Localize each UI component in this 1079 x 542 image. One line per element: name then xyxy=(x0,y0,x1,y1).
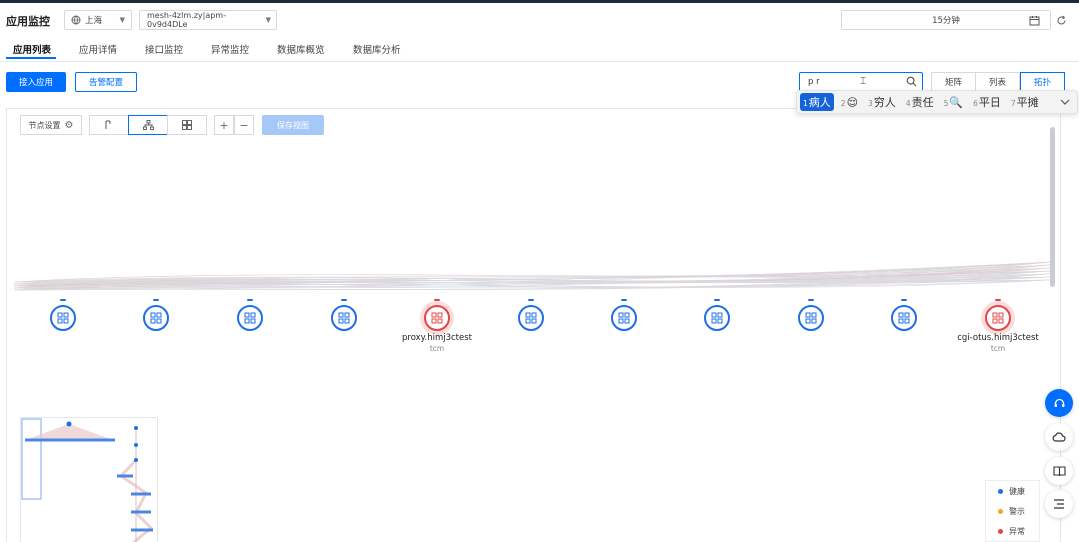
legend-label: 警示 xyxy=(1009,506,1025,516)
legend-item: 异常 xyxy=(986,521,1039,541)
topology-node[interactable] xyxy=(611,299,637,331)
service-icon xyxy=(898,312,910,324)
topology-node[interactable] xyxy=(237,299,263,331)
node-port xyxy=(528,299,534,301)
topology-node[interactable] xyxy=(143,299,169,331)
service-node-circle[interactable] xyxy=(50,305,76,331)
service-icon xyxy=(431,312,443,324)
node-sublabel: tcm xyxy=(990,344,1006,353)
legend-item: 健康 xyxy=(986,481,1039,501)
ime-candidate[interactable]: 7平摊 xyxy=(1008,93,1042,111)
ime-candidate[interactable]: 5🔍 xyxy=(941,95,966,110)
service-node-circle[interactable] xyxy=(518,305,544,331)
topology-node[interactable] xyxy=(798,299,824,331)
service-node-circle[interactable] xyxy=(237,305,263,331)
service-icon xyxy=(525,312,537,324)
customer-service-button[interactable] xyxy=(1045,389,1073,417)
topology-node[interactable] xyxy=(424,299,450,331)
service-node-circle[interactable] xyxy=(143,305,169,331)
chevron-down-icon[interactable] xyxy=(1060,99,1070,106)
list-menu-icon xyxy=(1053,499,1065,509)
node-port xyxy=(341,299,347,301)
legend-dot xyxy=(998,508,1003,514)
topology-node[interactable] xyxy=(985,299,1011,331)
menu-button[interactable] xyxy=(1045,490,1073,518)
node-sublabel: tcm xyxy=(429,344,445,353)
status-legend: 健康 警示 异常 xyxy=(985,480,1040,542)
node-port xyxy=(434,299,440,301)
ime-candidate[interactable]: 6平日 xyxy=(970,93,1004,111)
node-port xyxy=(247,299,253,301)
service-node-circle[interactable] xyxy=(611,305,637,331)
legend-label: 健康 xyxy=(1009,486,1025,496)
topology-node[interactable] xyxy=(331,299,357,331)
ime-candidate[interactable]: 1病人 xyxy=(800,93,834,111)
service-node-circle[interactable] xyxy=(704,305,730,331)
node-port xyxy=(60,299,66,301)
ime-candidate[interactable]: 4责任 xyxy=(903,93,937,111)
service-icon xyxy=(805,312,817,324)
ime-candidate[interactable]: 3穷人 xyxy=(865,93,899,111)
vertical-scrollbar[interactable] xyxy=(1050,127,1055,287)
node-port xyxy=(808,299,814,301)
book-icon xyxy=(1052,465,1066,477)
headset-icon xyxy=(1053,397,1066,410)
topology-node[interactable] xyxy=(518,299,544,331)
minimap[interactable] xyxy=(20,417,158,542)
legend-dot xyxy=(998,488,1003,494)
minimap-graph xyxy=(21,418,154,542)
topology-edges xyxy=(13,261,1051,291)
service-node-circle[interactable] xyxy=(331,305,357,331)
node-port xyxy=(714,299,720,301)
topology-node[interactable] xyxy=(50,299,76,331)
legend-item: 警示 xyxy=(986,501,1039,521)
topology-node[interactable] xyxy=(891,299,917,331)
node-port xyxy=(621,299,627,301)
docs-button[interactable] xyxy=(1045,457,1073,485)
service-icon xyxy=(57,312,69,324)
ime-candidate-bar[interactable]: 1病人 2😌 3穷人 4责任 5🔍 6平日 7平摊 xyxy=(796,90,1078,114)
service-node-circle[interactable] xyxy=(891,305,917,331)
node-label: proxy.himj3ctest xyxy=(402,333,472,343)
node-port xyxy=(901,299,907,301)
service-icon xyxy=(618,312,630,324)
node-port xyxy=(995,299,1001,301)
service-node-circle[interactable] xyxy=(424,305,450,331)
legend-dot xyxy=(998,528,1003,534)
cloud-button[interactable] xyxy=(1045,423,1073,451)
service-icon xyxy=(711,312,723,324)
topology-node[interactable] xyxy=(704,299,730,331)
node-label: cgi-otus.himj3ctest xyxy=(957,333,1039,343)
service-icon xyxy=(338,312,350,324)
service-node-circle[interactable] xyxy=(798,305,824,331)
ime-candidate[interactable]: 2😌 xyxy=(838,95,861,110)
cloud-icon xyxy=(1052,431,1066,443)
service-icon xyxy=(244,312,256,324)
service-icon xyxy=(150,312,162,324)
legend-label: 异常 xyxy=(1009,526,1025,536)
service-icon xyxy=(992,312,1004,324)
node-port xyxy=(153,299,159,301)
service-node-circle[interactable] xyxy=(985,305,1011,331)
